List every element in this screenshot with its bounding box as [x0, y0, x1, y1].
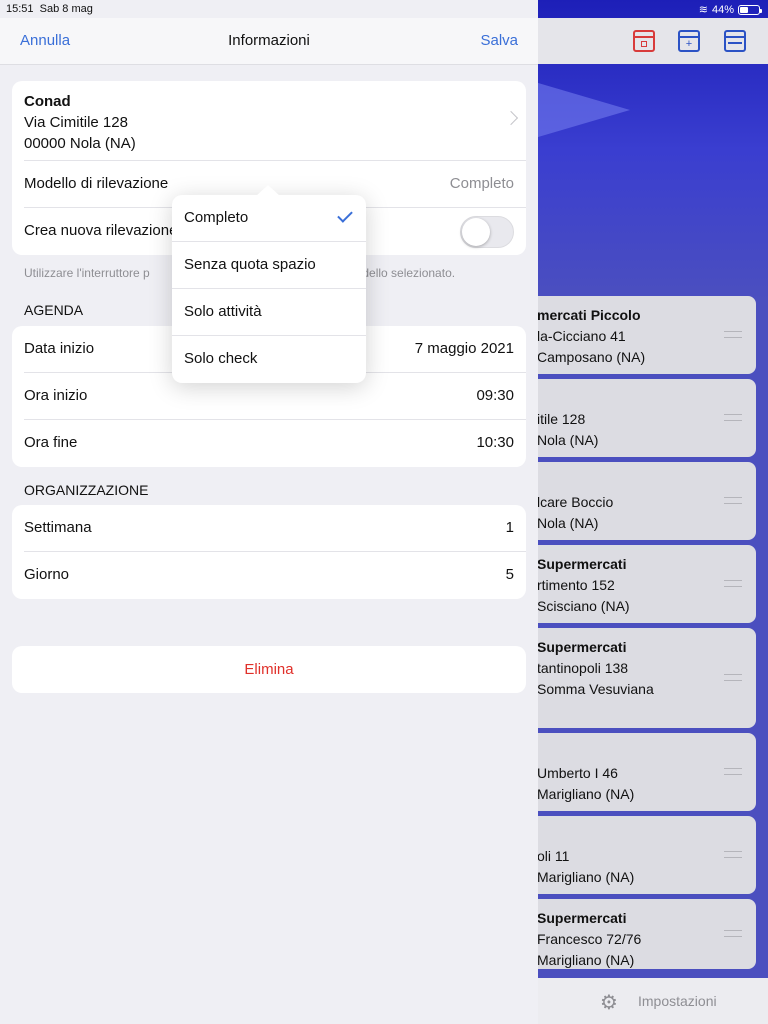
organization-header: ORGANIZZAZIONE — [24, 482, 149, 498]
agenda-header: AGENDA — [24, 302, 84, 318]
page-title: Informazioni — [228, 32, 310, 49]
calendar-list-icon[interactable] — [724, 30, 746, 52]
start-date-value: 7 maggio 2021 — [414, 340, 514, 357]
store-city: 00000 Nola (NA) — [24, 135, 136, 152]
end-time-value: 10:30 — [476, 434, 514, 451]
store-card-line — [537, 388, 756, 409]
background-toolbar: + — [538, 18, 768, 64]
store-cell[interactable]: Conad Via Cimitile 128 00000 Nola (NA) — [12, 81, 526, 161]
store-card-line — [537, 825, 756, 846]
store-name: Conad — [24, 93, 71, 110]
delete-label: Elimina — [244, 661, 294, 678]
info-sheet: Annulla Informazioni Salva Conad Via Cim… — [0, 0, 538, 1024]
store-address: Via Cimitile 128 — [24, 114, 128, 131]
start-time-value: 09:30 — [476, 387, 514, 404]
gears-icon[interactable]: ⚙ — [600, 990, 618, 1015]
store-card-line: Marigliano (NA) — [537, 869, 635, 885]
reorder-handle-icon[interactable] — [724, 851, 742, 858]
end-time-label: Ora fine — [24, 434, 78, 451]
reorder-handle-icon[interactable] — [724, 768, 742, 775]
popover-option[interactable]: Senza quota spazio — [172, 242, 366, 289]
week-value: 1 — [505, 519, 514, 536]
reorder-handle-icon[interactable] — [724, 414, 742, 421]
popover-option[interactable]: Solo attività — [172, 289, 366, 336]
popover-option-label: Solo check — [184, 350, 258, 367]
battery-icon — [738, 4, 762, 15]
store-card-line: Nola (NA) — [537, 432, 599, 448]
tab-settings[interactable]: Impostazioni — [638, 993, 717, 1009]
calendar-add-icon[interactable]: + — [678, 30, 700, 52]
reorder-handle-icon[interactable] — [724, 497, 742, 504]
status-right: ≋ 44% — [698, 3, 762, 16]
end-time-row[interactable]: Ora fine 10:30 — [12, 420, 526, 467]
store-card-line: Supermercati — [537, 910, 627, 926]
store-card-line: Supermercati — [537, 639, 627, 655]
store-card-line: Camposano (NA) — [537, 349, 646, 365]
survey-model-popover: Completo Senza quota spazio Solo attività S… — [172, 185, 366, 383]
checkmark-icon — [337, 207, 353, 223]
save-button[interactable]: Salva — [480, 32, 518, 49]
start-time-label: Ora inizio — [24, 387, 88, 404]
delete-button[interactable]: Elimina — [12, 646, 526, 693]
popover-options: Completo Senza quota spazio Solo attività S… — [172, 195, 366, 383]
store-card-line: Nola (NA) — [537, 515, 599, 531]
status-bar: 15:51 Sab 8 mag ≋ 44% — [0, 0, 768, 18]
store-card-line: Supermercati — [537, 556, 627, 572]
calendar-day-icon[interactable] — [633, 30, 655, 52]
survey-model-value: Completo — [449, 175, 514, 192]
week-label: Settimana — [24, 519, 92, 536]
day-label: Giorno — [24, 566, 70, 583]
organization-group: Settimana 1 Giorno 5 — [12, 505, 526, 599]
start-date-label: Data inizio — [24, 340, 95, 357]
survey-model-label: Modello di rilevazione — [24, 175, 169, 192]
popover-option-label: Senza quota spazio — [184, 256, 316, 273]
day-row[interactable]: Giorno 5 — [12, 552, 526, 599]
nav-bar: Annulla Informazioni Salva — [0, 18, 538, 65]
store-card-line — [537, 742, 756, 763]
battery-percent: 44% — [711, 3, 734, 16]
day-value: 5 — [505, 566, 514, 583]
store-card-line: Marigliano (NA) — [537, 952, 635, 968]
store-card-line: mercati Piccolo — [537, 307, 641, 323]
wifi-icon: ≋ — [698, 4, 708, 16]
toggle-knob — [462, 218, 490, 246]
status-time: 15:51 Sab 8 mag — [6, 3, 93, 15]
store-card-line: Somma Vesuviana — [537, 681, 654, 697]
store-card-line: Scisciano (NA) — [537, 598, 630, 614]
popover-option[interactable]: Completo — [172, 195, 366, 242]
reorder-handle-icon[interactable] — [724, 331, 742, 338]
week-row[interactable]: Settimana 1 — [12, 505, 526, 552]
reorder-handle-icon[interactable] — [724, 674, 742, 681]
new-survey-toggle[interactable] — [460, 216, 514, 248]
background-tabbar: ⚙ Impostazioni — [538, 978, 768, 1024]
reorder-handle-icon[interactable] — [724, 930, 742, 937]
popover-option-label: Solo attività — [184, 303, 262, 320]
popover-option[interactable]: Solo check — [172, 336, 366, 383]
store-card-line — [537, 471, 756, 492]
popover-option-label: Completo — [184, 209, 249, 226]
new-survey-label: Crea nuova rilevazione — [24, 222, 178, 239]
reorder-handle-icon[interactable] — [724, 580, 742, 587]
store-card-line: Marigliano (NA) — [537, 786, 635, 802]
